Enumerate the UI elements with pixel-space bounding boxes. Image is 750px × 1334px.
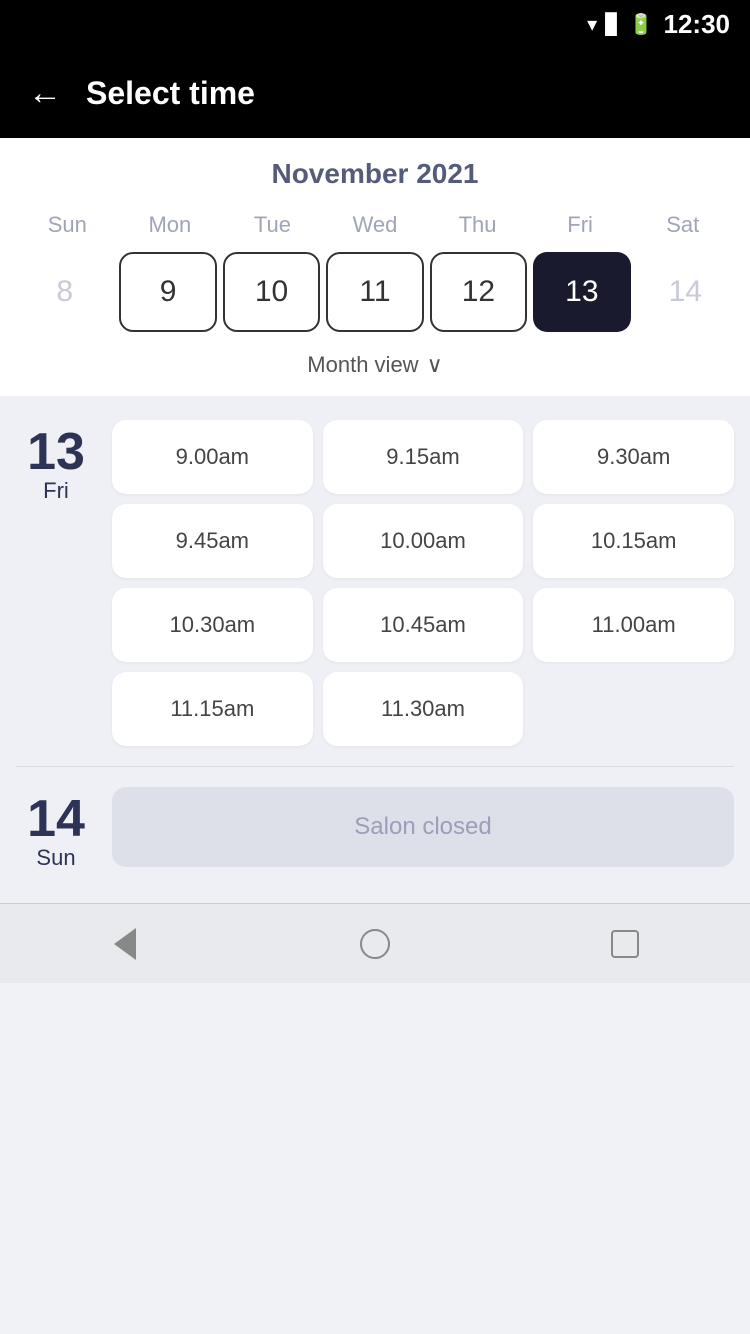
day-group-13: 13 Fri 9.00am 9.15am 9.30am 9.45am 10.00… — [16, 420, 734, 746]
app-header: ← Select time — [0, 48, 750, 138]
salon-closed-label: Salon closed — [354, 813, 491, 841]
day-name-14: Sun — [36, 845, 75, 871]
time-slot-1000am[interactable]: 10.00am — [323, 504, 524, 578]
day-name-13: Fri — [43, 478, 69, 504]
time-slot-945am[interactable]: 9.45am — [112, 504, 313, 578]
salon-closed-box: Salon closed — [112, 787, 734, 867]
back-triangle-icon — [114, 928, 136, 960]
cal-day-8[interactable]: 8 — [16, 252, 113, 332]
time-slot-1100am[interactable]: 11.00am — [533, 588, 734, 662]
month-view-label: Month view — [307, 352, 418, 378]
day-header-sat: Sat — [631, 208, 734, 242]
calendar-row: 8 9 10 11 12 13 14 — [16, 252, 734, 338]
status-time: 12:30 — [664, 9, 731, 40]
time-slot-1045am[interactable]: 10.45am — [323, 588, 524, 662]
day-header-mon: Mon — [119, 208, 222, 242]
home-circle-icon — [360, 929, 390, 959]
chevron-down-icon: ∨ — [427, 352, 443, 378]
cal-day-10[interactable]: 10 — [223, 252, 320, 332]
day-header-fri: Fri — [529, 208, 632, 242]
day-header-sun: Sun — [16, 208, 119, 242]
time-slot-1130am[interactable]: 11.30am — [323, 672, 524, 746]
wifi-icon: ▾ — [587, 12, 597, 37]
month-view-toggle[interactable]: Month view ∨ — [16, 338, 734, 396]
cal-day-11[interactable]: 11 — [326, 252, 423, 332]
nav-back-button[interactable] — [95, 914, 155, 974]
back-button[interactable]: ← — [28, 74, 62, 113]
nav-home-button[interactable] — [345, 914, 405, 974]
month-title: November 2021 — [16, 158, 734, 190]
recent-square-icon — [611, 930, 639, 958]
bottom-navigation — [0, 903, 750, 983]
signal-icon: ▊ — [605, 12, 620, 37]
cal-day-14[interactable]: 14 — [637, 252, 734, 332]
time-slot-1115am[interactable]: 11.15am — [112, 672, 313, 746]
nav-recent-button[interactable] — [595, 914, 655, 974]
page-title: Select time — [86, 75, 255, 112]
time-slot-930am[interactable]: 9.30am — [533, 420, 734, 494]
day-label-14: 14 Sun — [16, 787, 96, 871]
day-label-13: 13 Fri — [16, 420, 96, 746]
time-slot-900am[interactable]: 9.00am — [112, 420, 313, 494]
day-headers: Sun Mon Tue Wed Thu Fri Sat — [16, 208, 734, 242]
time-slots-grid-13: 9.00am 9.15am 9.30am 9.45am 10.00am 10.1… — [112, 420, 734, 746]
battery-icon: 🔋 — [629, 12, 654, 37]
status-icons: ▾ ▊ 🔋 — [587, 12, 653, 37]
time-section: 13 Fri 9.00am 9.15am 9.30am 9.45am 10.00… — [0, 396, 750, 903]
time-slot-915am[interactable]: 9.15am — [323, 420, 524, 494]
section-divider — [16, 766, 734, 767]
time-slot-1030am[interactable]: 10.30am — [112, 588, 313, 662]
day-number-13: 13 — [27, 426, 85, 478]
cal-day-13[interactable]: 13 — [533, 252, 630, 332]
day-header-thu: Thu — [426, 208, 529, 242]
day-number-14: 14 — [27, 793, 85, 845]
time-slot-1015am[interactable]: 10.15am — [533, 504, 734, 578]
day-header-wed: Wed — [324, 208, 427, 242]
cal-day-12[interactable]: 12 — [430, 252, 527, 332]
calendar-section: November 2021 Sun Mon Tue Wed Thu Fri Sa… — [0, 138, 750, 396]
status-bar: ▾ ▊ 🔋 12:30 — [0, 0, 750, 48]
day-header-tue: Tue — [221, 208, 324, 242]
day-group-14: 14 Sun Salon closed — [16, 787, 734, 871]
cal-day-9[interactable]: 9 — [119, 252, 216, 332]
